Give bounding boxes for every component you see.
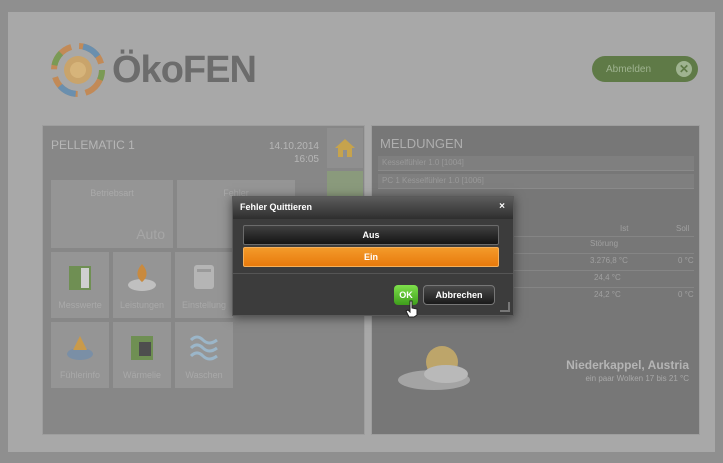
- tile-label: Fühlerinfo: [59, 370, 101, 380]
- logout-label: Abmelden: [606, 63, 652, 75]
- tile-waschen[interactable]: Waschen: [175, 322, 233, 388]
- cell-ist: 24,2 °C: [594, 290, 621, 299]
- cloudy-weather-icon: [398, 346, 470, 390]
- tile-einstellung[interactable]: Einstellung: [175, 252, 233, 318]
- mode-tile-label: Betriebsart: [90, 188, 134, 198]
- home-icon: [335, 139, 355, 157]
- cell-soll: 0 °C: [678, 290, 694, 299]
- cell-ist: 24,4 °C: [594, 273, 621, 282]
- cell-ist: Störung: [590, 239, 619, 248]
- meter-icon: [69, 266, 91, 290]
- heater-icon: [131, 336, 153, 360]
- tile-waermelie[interactable]: Wärmelie: [113, 322, 171, 388]
- cancel-button[interactable]: Abbrechen: [423, 285, 495, 305]
- device-datetime: 14.10.2014 16:05: [239, 140, 319, 166]
- hand-cursor-icon: [405, 300, 418, 318]
- tile-label: Wärmelie: [122, 370, 161, 380]
- logout-button[interactable]: Abmelden ✕: [592, 56, 698, 82]
- cell-soll: 0 °C: [678, 256, 694, 265]
- water-icon: [189, 335, 218, 361]
- brand-logo: ÖkoFEN: [50, 42, 257, 98]
- close-icon: ✕: [676, 61, 692, 77]
- sensor-icon: [67, 336, 93, 360]
- messages-title: MELDUNGEN: [380, 136, 464, 151]
- weather-description: ein paar Wolken 17 bis 21 °C: [585, 374, 689, 383]
- tile-label: Einstellung: [181, 300, 227, 310]
- tile-label: Waschen: [185, 370, 223, 380]
- tile-fuehlerinfo[interactable]: Fühlerinfo: [51, 322, 109, 388]
- oekofen-logo-icon: [51, 43, 105, 97]
- dialog-divider: [233, 273, 513, 274]
- tile-label: Messwerte: [58, 300, 102, 310]
- tile-leistungen[interactable]: Leistungen: [113, 252, 171, 318]
- mode-tile-value: Auto: [136, 226, 165, 242]
- flame-icon: [128, 264, 156, 291]
- weather-location: Niederkappel, Austria: [566, 358, 689, 372]
- device-title: PELLEMATIC 1: [51, 138, 135, 152]
- dialog-title: Fehler Quittieren: [240, 202, 313, 212]
- dialog-header: Fehler Quittieren ×: [233, 197, 513, 219]
- close-icon[interactable]: ×: [499, 201, 505, 212]
- device-time: 16:05: [293, 154, 319, 165]
- tile-label: Leistungen: [119, 300, 165, 310]
- mode-tile[interactable]: Betriebsart Auto: [51, 180, 173, 248]
- settings-icon: [194, 265, 214, 289]
- option-aus[interactable]: Aus: [243, 225, 499, 245]
- home-button[interactable]: [327, 128, 363, 168]
- resize-handle[interactable]: [500, 302, 510, 312]
- brand-name: ÖkoFEN: [112, 48, 257, 91]
- message-item[interactable]: Kesselfühler 1.0 [1004]: [378, 156, 694, 171]
- cell-ist: 3.276,8 °C: [590, 256, 628, 265]
- acknowledge-error-dialog: Fehler Quittieren × Aus Ein OK Abbrechen: [232, 196, 514, 316]
- option-ein[interactable]: Ein: [243, 247, 499, 267]
- col-header-ist: Ist: [620, 224, 629, 233]
- device-date: 14.10.2014: [268, 141, 319, 152]
- col-header-soll: Soll: [676, 224, 690, 233]
- tile-messwerte[interactable]: Messwerte: [51, 252, 109, 318]
- message-item[interactable]: PC 1 Kesselfühler 1.0 [1006]: [378, 174, 694, 189]
